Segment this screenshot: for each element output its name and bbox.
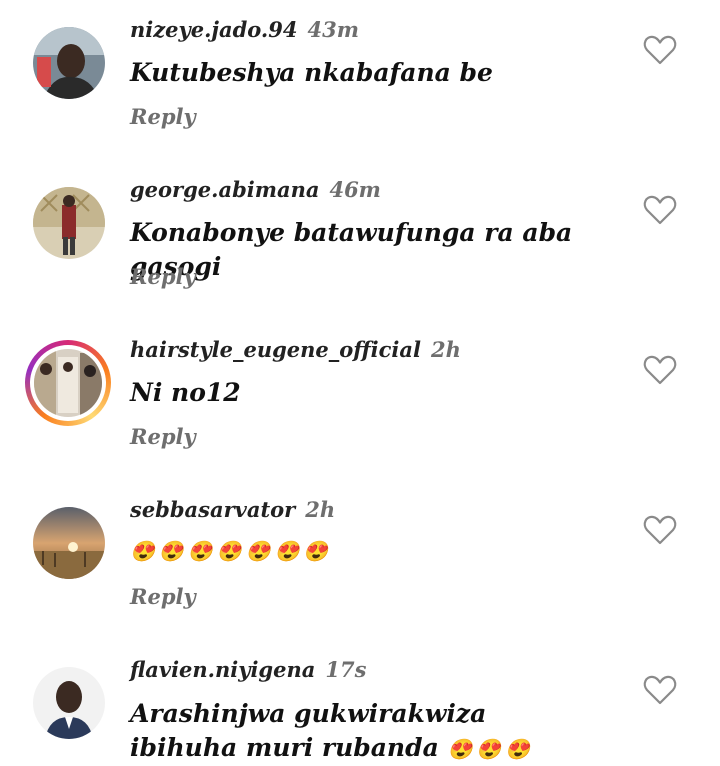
avatar[interactable]: [33, 507, 105, 579]
comment-username[interactable]: sebbasarvator: [130, 497, 295, 522]
comment-time: 2h: [305, 497, 336, 522]
comment-time: 2h: [431, 337, 461, 362]
comment-username[interactable]: flavien.niyigena: [130, 657, 315, 682]
comment-emoji-text: 😍😍😍😍😍😍😍: [130, 539, 333, 563]
comment-username[interactable]: hairstyle_eugene_official: [130, 337, 421, 362]
comment-text: Konabonye batawufunga ra aba gasogi: [130, 218, 573, 281]
avatar[interactable]: [33, 667, 105, 739]
comment-meta: sebbasarvator 2h: [130, 497, 335, 523]
story-ring-avatar[interactable]: [25, 340, 111, 426]
reply-button[interactable]: Reply: [130, 104, 196, 129]
heart-outline-icon[interactable]: [643, 514, 677, 546]
comment-time: 46m: [329, 177, 381, 202]
comment-text-body: Arashinjwa gukwirakwiza ibihuha muri rub…: [130, 699, 487, 762]
comment-meta: flavien.niyigena 17s: [130, 657, 366, 683]
comment-text: Arashinjwa gukwirakwiza ibihuha muri rub…: [130, 697, 600, 766]
heart-outline-icon[interactable]: [643, 34, 677, 66]
comment-time: 43m: [307, 17, 359, 42]
comment-username[interactable]: nizeye.jado.94: [130, 17, 297, 42]
avatar[interactable]: [33, 27, 105, 99]
comment-meta: nizeye.jado.94 43m: [130, 17, 359, 43]
reply-button[interactable]: Reply: [130, 264, 196, 289]
comment-emoji-suffix: 😍😍😍: [447, 737, 535, 761]
reply-button[interactable]: Reply: [130, 424, 196, 449]
heart-outline-icon[interactable]: [643, 674, 677, 706]
heart-outline-icon[interactable]: [643, 194, 677, 226]
heart-outline-icon[interactable]: [643, 354, 677, 386]
comment-meta: george.abimana 46m: [130, 177, 381, 203]
reply-button[interactable]: Reply: [130, 584, 196, 609]
comment-meta: hairstyle_eugene_official 2h: [130, 337, 461, 363]
avatar[interactable]: [33, 187, 105, 259]
comment-username[interactable]: george.abimana: [130, 177, 319, 202]
comment-text: Kutubeshya nkabafana be: [130, 58, 493, 87]
comment-text: Ni no12: [130, 378, 241, 407]
comment-time: 17s: [325, 657, 367, 682]
